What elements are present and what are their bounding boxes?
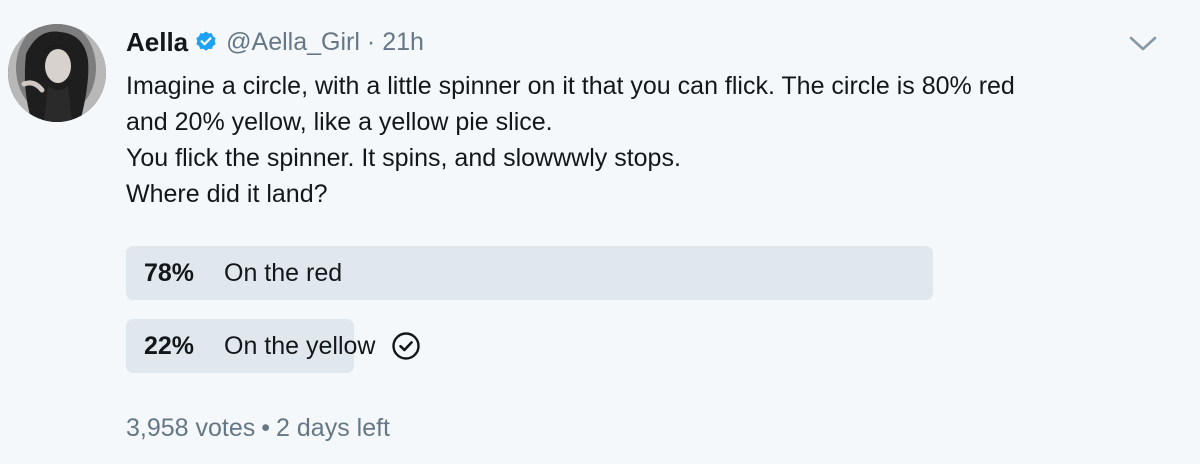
- poll-vote-count: 3,958 votes: [126, 414, 256, 442]
- verified-badge-icon: [194, 30, 218, 54]
- tweet-text-line: and 20% yellow, like a yellow pie slice.: [126, 108, 553, 136]
- poll-percent: 78%: [144, 258, 195, 287]
- author-handle[interactable]: @Aella_Girl: [226, 28, 360, 57]
- poll-time-left: 2 days left: [276, 414, 390, 442]
- tweet-timestamp[interactable]: 21h: [382, 28, 424, 57]
- avatar[interactable]: [8, 24, 106, 122]
- poll-option-label: On the yellow: [224, 331, 376, 360]
- tweet-text-line: You flick the spinner. It spins, and slo…: [126, 144, 681, 172]
- author-name[interactable]: Aella: [126, 27, 188, 58]
- poll-meta: 3,958 votes • 2 days left: [126, 414, 390, 443]
- header-separator: ·: [366, 27, 376, 56]
- poll-option-content: 78% On the red: [144, 246, 342, 300]
- chevron-down-icon[interactable]: [1128, 34, 1158, 54]
- tweet-header: Aella @Aella_Girl · 21h: [126, 24, 424, 60]
- tweet-text-line: Imagine a circle, with a little spinner …: [126, 72, 1015, 100]
- meta-bullet: •: [261, 414, 271, 442]
- tweet-text-line: Where did it land?: [126, 180, 328, 208]
- poll-percent: 22%: [144, 331, 195, 360]
- tweet: Aella @Aella_Girl · 21h Imagine a circle…: [0, 0, 1200, 464]
- tweet-text: Imagine a circle, with a little spinner …: [126, 68, 1186, 212]
- poll-option-red: 78% On the red: [126, 246, 1126, 300]
- avatar-photo: [8, 24, 106, 122]
- checkmark-circle-icon: [391, 331, 421, 361]
- poll-option-yellow: 22% On the yellow: [126, 319, 1126, 373]
- poll-option-label: On the red: [224, 258, 343, 287]
- poll-option-content: 22% On the yellow: [144, 319, 421, 373]
